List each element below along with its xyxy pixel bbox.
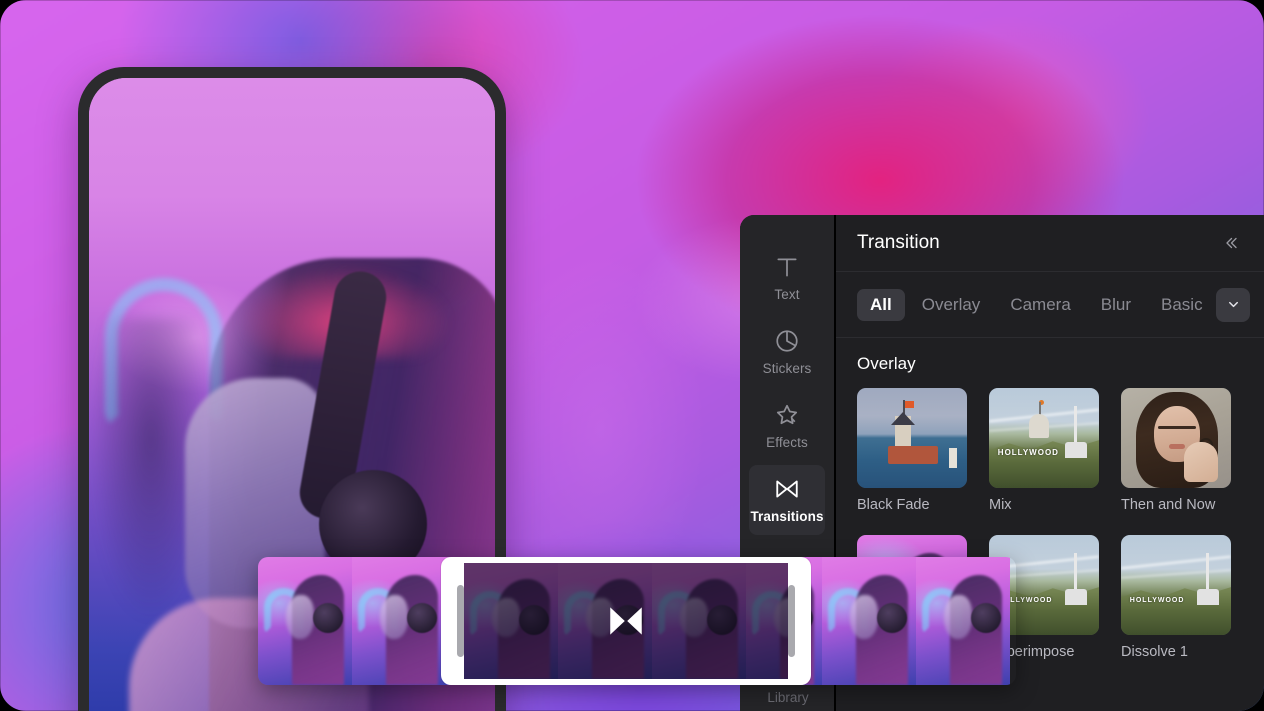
sidebar-item-label: Effects	[766, 435, 808, 450]
transition-item-mix[interactable]: HOLLYWOOD Mix	[989, 388, 1099, 513]
tab-blur[interactable]: Blur	[1088, 289, 1144, 321]
thumbnail-art: HOLLYWOOD	[1121, 535, 1231, 635]
panel-header: Transition	[836, 215, 1264, 272]
transition-item-then-and-now[interactable]: Then and Now	[1121, 388, 1231, 513]
text-icon	[774, 254, 800, 280]
timeline-frame[interactable]	[352, 557, 446, 685]
timeline-frame[interactable]	[916, 557, 1010, 685]
tab-overlay[interactable]: Overlay	[909, 289, 994, 321]
sidebar-item-text[interactable]: Text	[749, 243, 825, 313]
transitions-bowtie-icon	[774, 476, 800, 502]
sidebar-item-label: Transitions	[750, 509, 824, 524]
transition-label: Dissolve 1	[1121, 644, 1188, 660]
effects-star-icon	[774, 402, 800, 428]
section-title: Overlay	[857, 354, 916, 373]
sidebar-item-label: Text	[774, 287, 800, 302]
sidebar-item-effects[interactable]: Effects	[749, 391, 825, 461]
timeline-selection-frames	[464, 563, 788, 679]
transition-label: Black Fade	[857, 497, 930, 513]
trim-handle-left[interactable]	[457, 585, 464, 657]
chevron-double-left-icon[interactable]	[1216, 229, 1244, 257]
tab-basic[interactable]: Basic	[1148, 289, 1216, 321]
timeline-selection[interactable]	[441, 557, 811, 685]
tab-all[interactable]: All	[857, 288, 905, 321]
app-root: Text Stickers Effects Transitions Librar…	[0, 0, 1264, 711]
transition-thumbnail	[857, 388, 967, 488]
timeline-frame[interactable]	[258, 557, 352, 685]
transition-label: Then and Now	[1121, 497, 1216, 513]
sticker-icon	[774, 328, 800, 354]
sidebar-item-transitions[interactable]: Transitions	[749, 465, 825, 535]
sidebar-item-stickers[interactable]: Stickers	[749, 317, 825, 387]
sidebar-item-library[interactable]: Library	[740, 690, 836, 705]
transition-item-dissolve-1[interactable]: HOLLYWOOD Dissolve 1	[1121, 535, 1231, 660]
thumbnail-art	[1121, 388, 1231, 488]
transition-thumbnail: HOLLYWOOD	[989, 388, 1099, 488]
transition-item-black-fade[interactable]: Black Fade	[857, 388, 967, 513]
category-tab-bar: All Overlay Camera Blur Basic	[836, 272, 1264, 338]
trim-handle-right[interactable]	[788, 585, 795, 657]
sidebar-item-label: Stickers	[762, 361, 812, 376]
transition-label: Mix	[989, 497, 1012, 513]
thumbnail-art: HOLLYWOOD	[989, 388, 1099, 488]
panel-title: Transition	[857, 232, 940, 253]
thumbnail-art	[857, 388, 967, 488]
transition-thumbnail: HOLLYWOOD	[1121, 535, 1231, 635]
tab-camera[interactable]: Camera	[997, 289, 1083, 321]
video-timeline[interactable]	[258, 557, 1016, 685]
timeline-frame[interactable]	[822, 557, 916, 685]
transition-thumbnail	[1121, 388, 1231, 488]
transition-bowtie-icon[interactable]	[605, 600, 647, 642]
chevron-down-icon[interactable]	[1216, 287, 1250, 322]
